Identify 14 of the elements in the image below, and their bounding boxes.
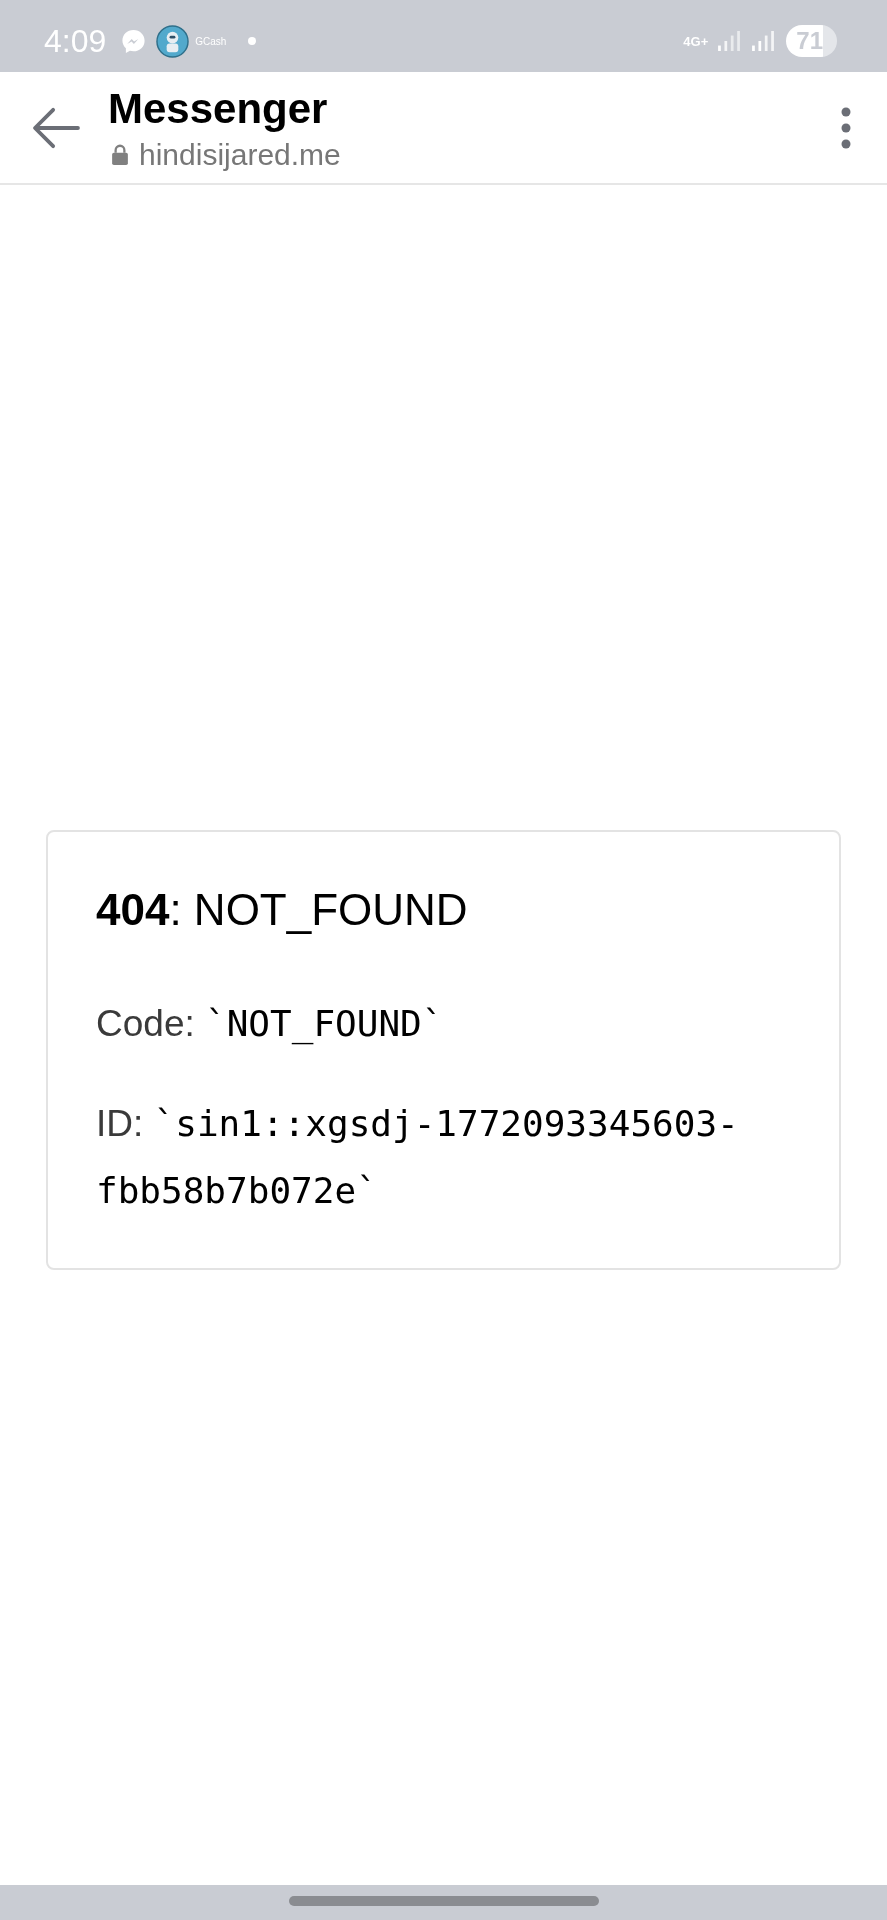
page-title: Messenger: [108, 84, 329, 133]
back-arrow-icon: [32, 106, 80, 149]
error-detail-line: Code: `NOT_FOUND`: [96, 1002, 445, 1047]
error-detail-line: ID: `sin1::xgsdj-1772093345603-fbb58b7b072e`: [96, 1102, 740, 1213]
home-gesture-handle[interactable]: [288, 1896, 599, 1906]
page-url: hindisijared.me: [139, 136, 341, 173]
chat-bubble-icon: [120, 27, 148, 55]
signal-icon: [752, 31, 775, 51]
more-vertical-icon: [841, 106, 851, 149]
error-heading: 404: NOT_FOUND: [96, 884, 469, 936]
lock-icon: [111, 144, 129, 165]
app-avatar-icon: [156, 24, 190, 58]
signal-icon: [718, 31, 741, 51]
notification-dot-icon: [248, 37, 257, 45]
